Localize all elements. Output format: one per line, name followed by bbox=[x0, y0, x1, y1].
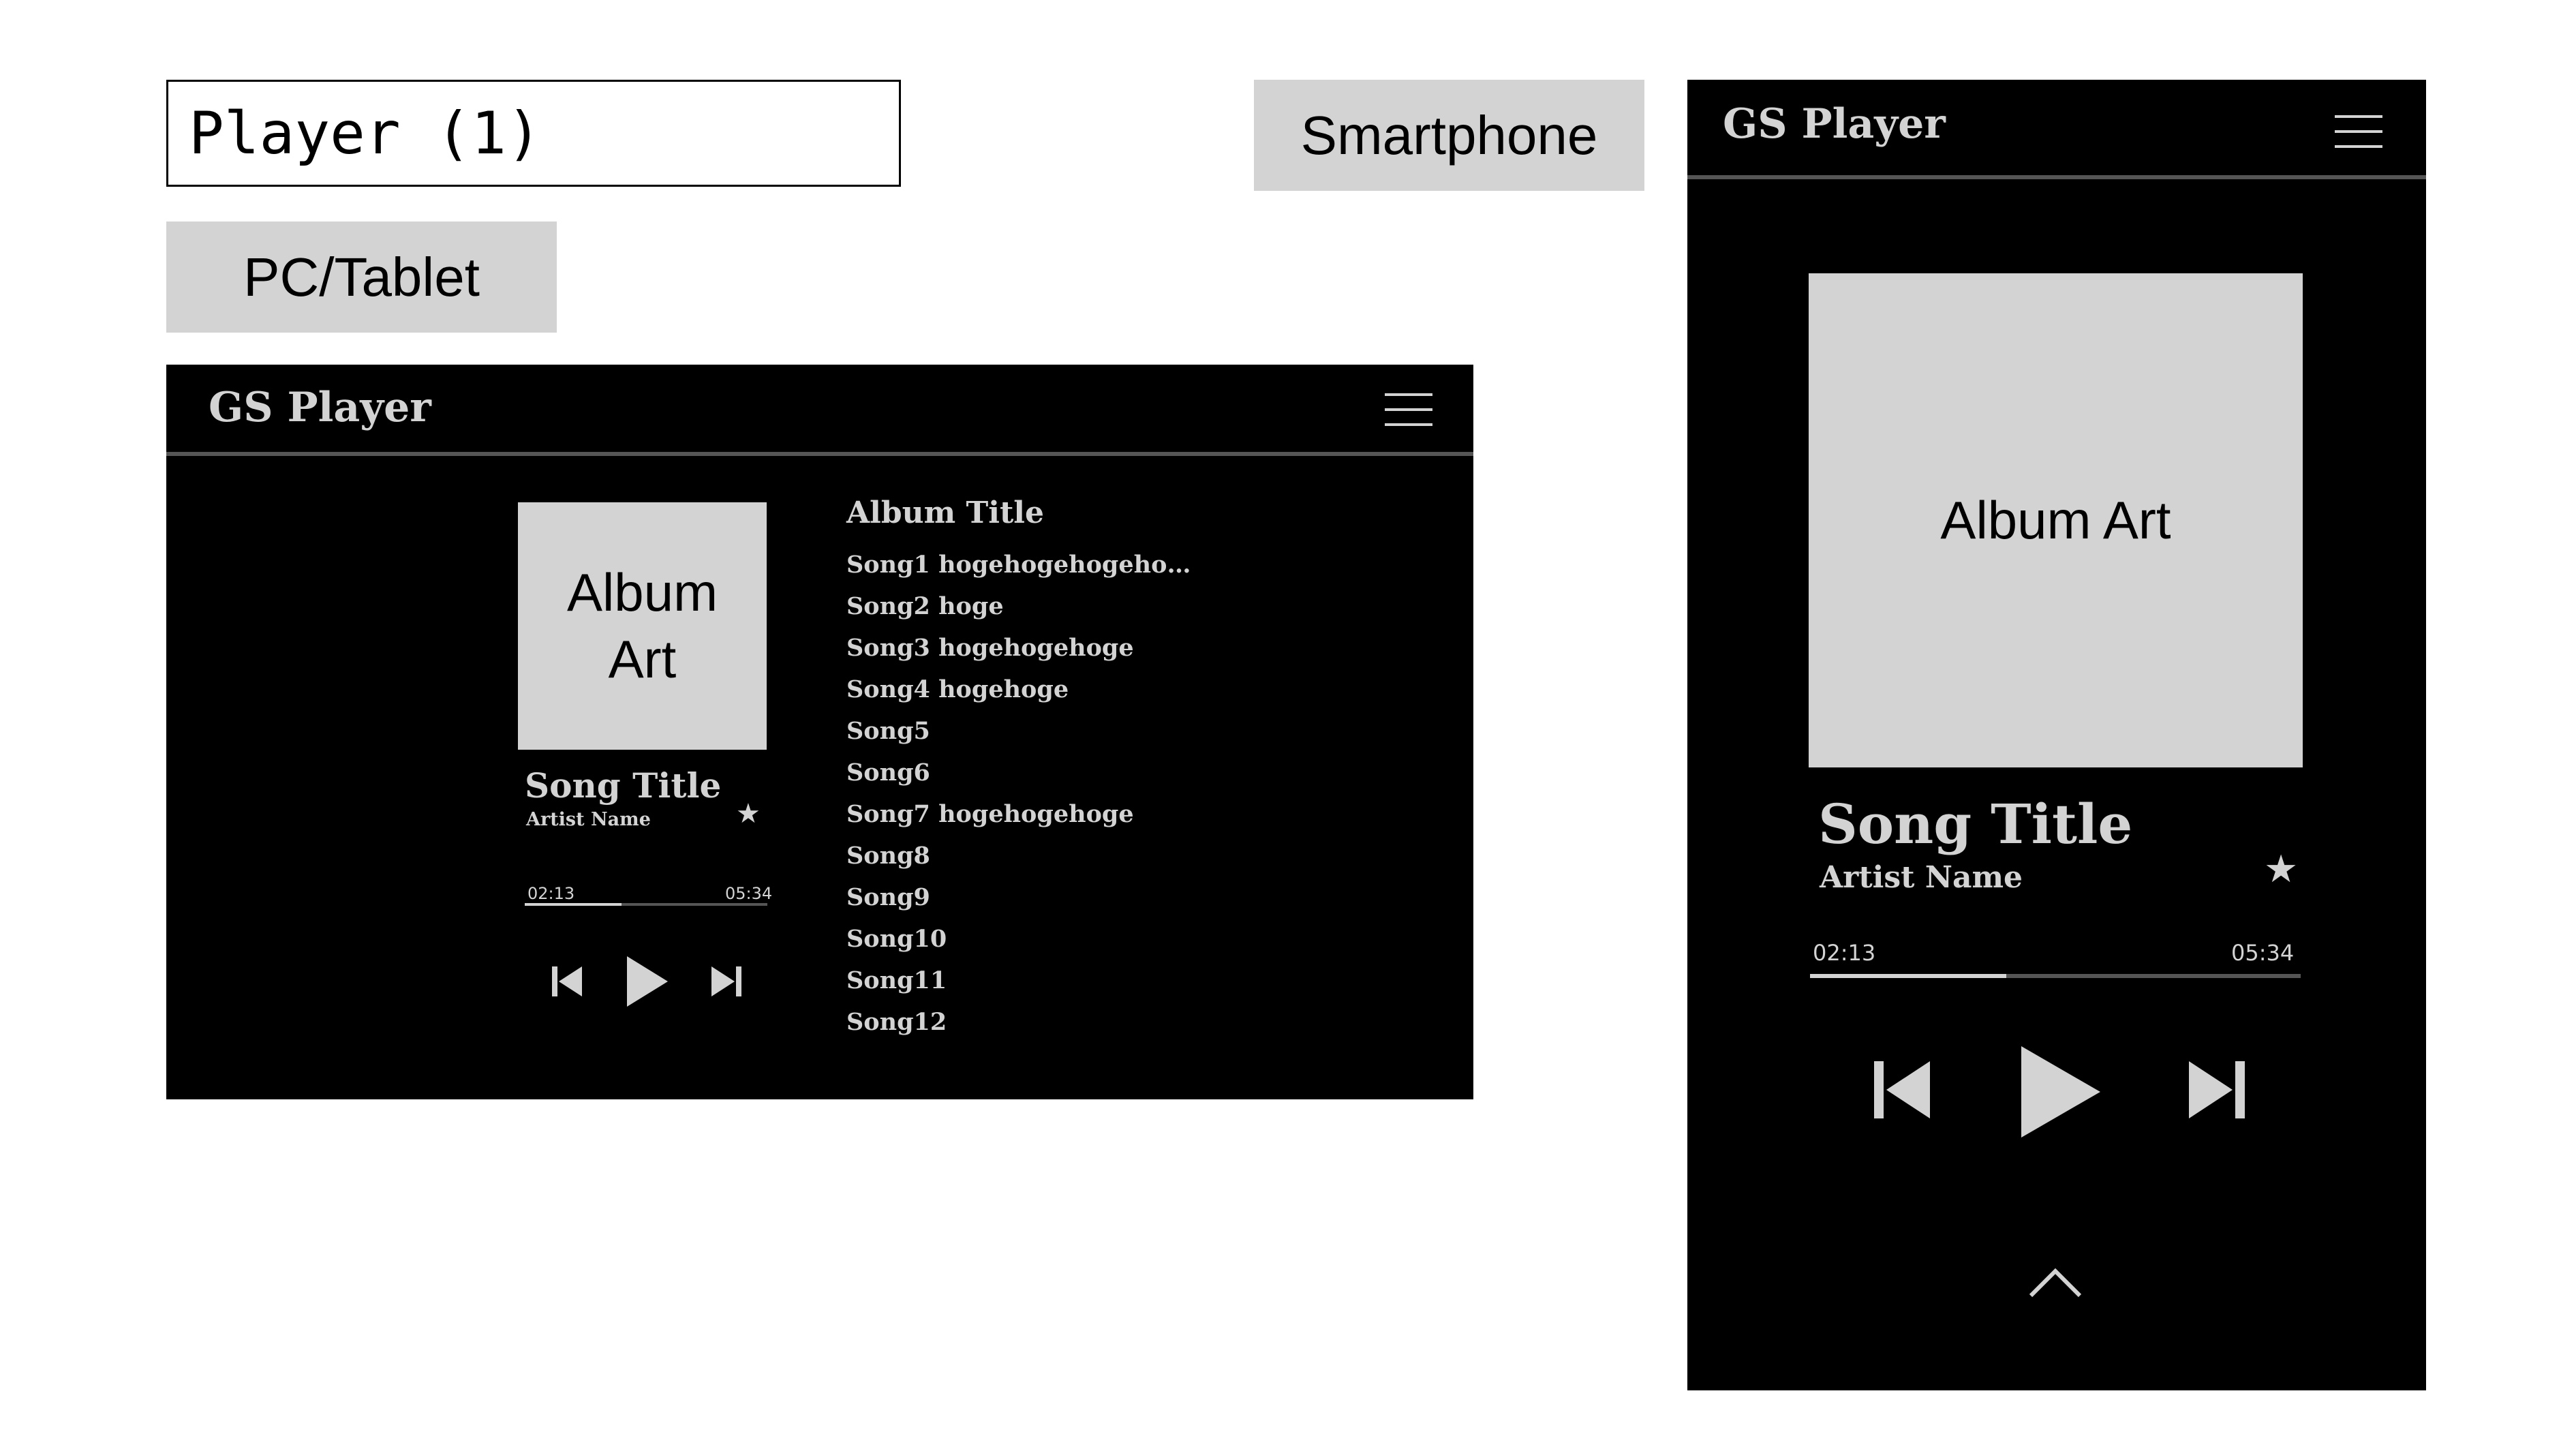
page-title: Player (1) bbox=[166, 80, 901, 187]
progress-bar-fill bbox=[1810, 974, 2006, 978]
song-title: Song Title bbox=[525, 765, 722, 806]
song-list-item[interactable]: Song4 hogehoge bbox=[846, 669, 1191, 710]
song-list: Song1 hogehogehogeho… Song2 hoge Song3 h… bbox=[846, 544, 1191, 1043]
time-total: 05:34 bbox=[725, 884, 773, 903]
skip-next-icon[interactable] bbox=[711, 964, 741, 998]
header-divider bbox=[166, 452, 1473, 456]
hamburger-icon[interactable] bbox=[2335, 115, 2382, 148]
pc-tablet-label: PC/Tablet bbox=[166, 222, 557, 333]
progress-bar-fill bbox=[525, 903, 622, 906]
play-icon[interactable] bbox=[2021, 1046, 2100, 1138]
song-list-item[interactable]: Song5 bbox=[846, 710, 1191, 752]
star-icon[interactable]: ★ bbox=[736, 798, 761, 829]
time-current: 02:13 bbox=[1813, 940, 1876, 966]
chevron-up-icon[interactable] bbox=[2028, 1266, 2083, 1298]
song-title: Song Title bbox=[1818, 792, 2133, 856]
artist-name: Artist Name bbox=[526, 809, 651, 830]
pc-player-frame: GS Player Album Art Song Title Artist Na… bbox=[166, 365, 1473, 1099]
song-list-item[interactable]: Song11 bbox=[846, 960, 1191, 1001]
smartphone-player-frame: GS Player Album Art Song Title Artist Na… bbox=[1687, 80, 2426, 1390]
time-total: 05:34 bbox=[2231, 940, 2295, 966]
skip-next-icon[interactable] bbox=[2189, 1058, 2245, 1121]
song-list-item[interactable]: Song7 hogehogehoge bbox=[846, 793, 1191, 835]
skip-previous-icon[interactable] bbox=[1874, 1058, 1930, 1121]
brand-title: GS Player bbox=[1723, 100, 1946, 148]
album-art: Album Art bbox=[518, 502, 767, 750]
album-art: Album Art bbox=[1809, 273, 2303, 767]
album-art-label: Album Art bbox=[1940, 490, 2171, 550]
time-current: 02:13 bbox=[527, 884, 575, 903]
song-list-item[interactable]: Song9 bbox=[846, 876, 1191, 918]
album-art-label: Album Art bbox=[566, 562, 718, 689]
song-list-item[interactable]: Song6 bbox=[846, 752, 1191, 793]
skip-previous-icon[interactable] bbox=[552, 964, 582, 998]
header-divider bbox=[1687, 175, 2426, 179]
brand-title: GS Player bbox=[209, 384, 431, 431]
album-title: Album Title bbox=[846, 495, 1044, 530]
hamburger-icon[interactable] bbox=[1385, 393, 1432, 426]
star-icon[interactable]: ★ bbox=[2264, 846, 2298, 891]
smartphone-label: Smartphone bbox=[1254, 80, 1644, 191]
song-list-item[interactable]: Song1 hogehogehogeho… bbox=[846, 544, 1191, 585]
song-list-item[interactable]: Song12 bbox=[846, 1001, 1191, 1043]
song-list-item[interactable]: Song8 bbox=[846, 835, 1191, 876]
play-icon[interactable] bbox=[627, 956, 668, 1007]
song-list-item[interactable]: Song10 bbox=[846, 918, 1191, 960]
song-list-item[interactable]: Song3 hogehogehoge bbox=[846, 627, 1191, 669]
artist-name: Artist Name bbox=[1820, 860, 2023, 895]
song-list-item[interactable]: Song2 hoge bbox=[846, 585, 1191, 627]
